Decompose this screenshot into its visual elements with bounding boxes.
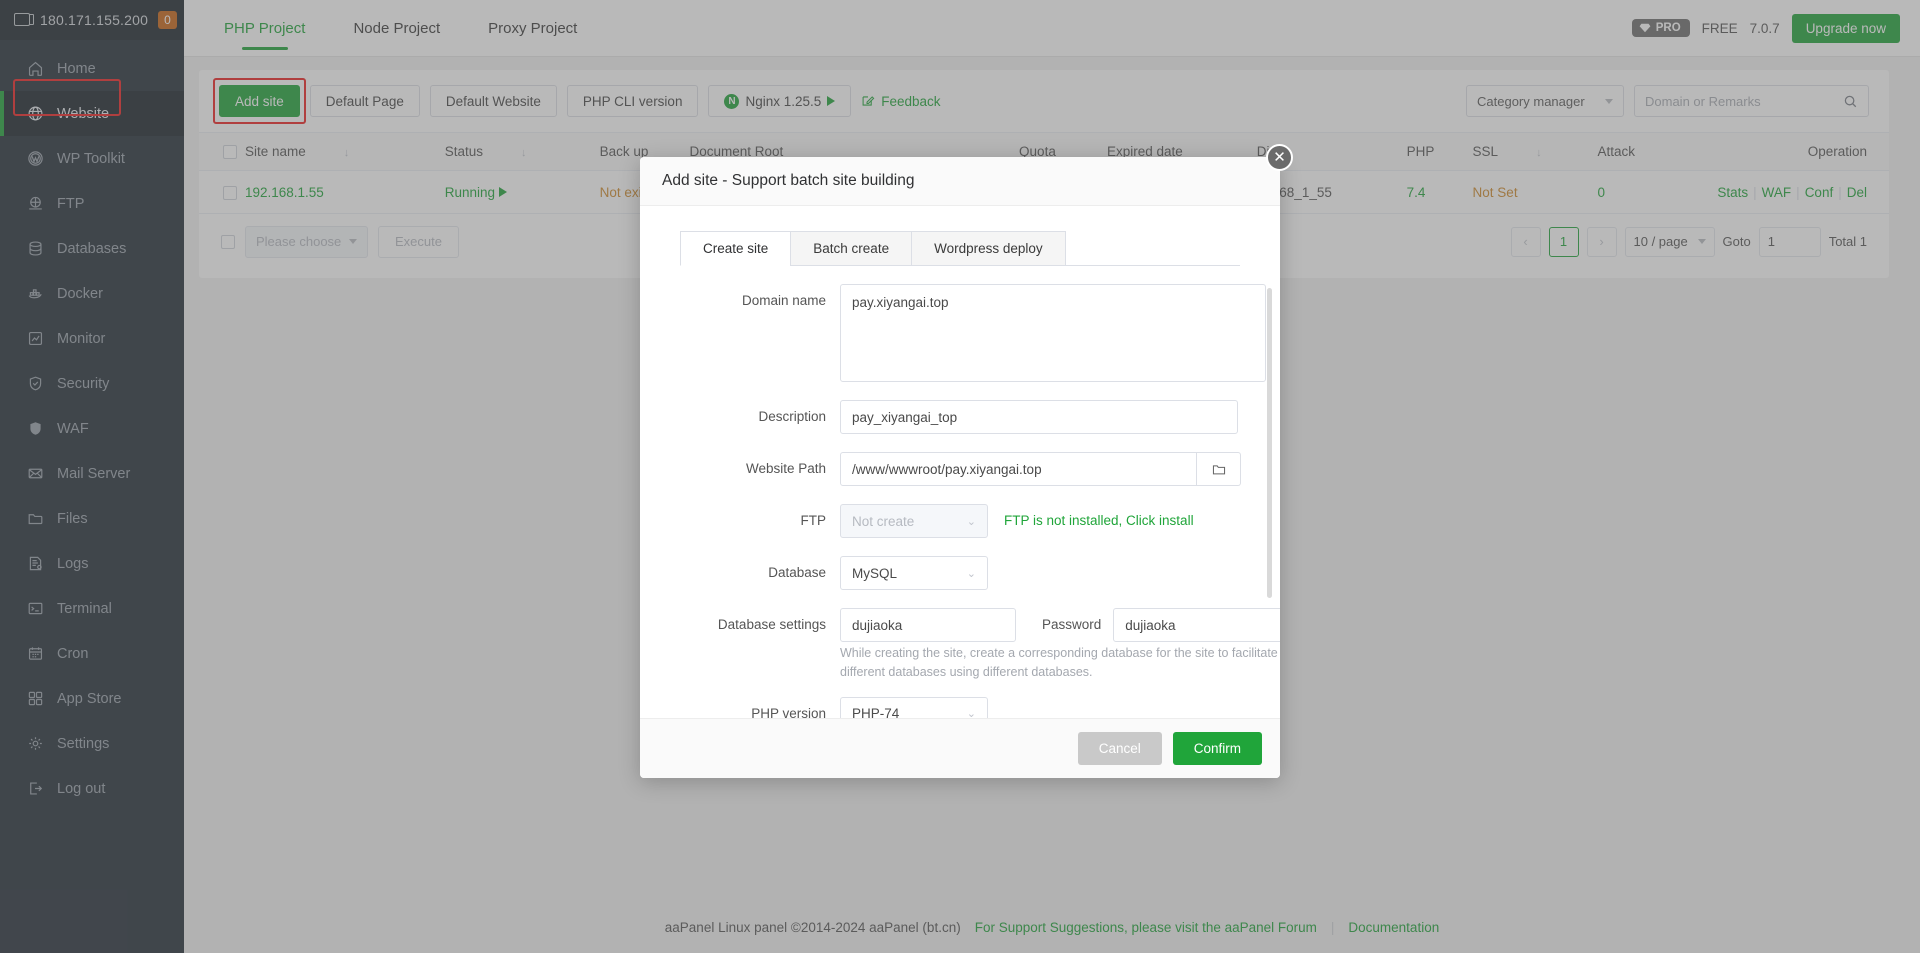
php-version-label: PHP version (640, 697, 840, 718)
domain-name-textarea[interactable] (840, 284, 1266, 382)
field-domain-name: Domain name (640, 284, 1266, 382)
modal-tabs: Create site Batch create Wordpress deplo… (640, 206, 1280, 266)
tab-wordpress-deploy[interactable]: Wordpress deploy (911, 231, 1066, 266)
close-icon[interactable]: ✕ (1266, 144, 1293, 171)
website-path-label: Website Path (640, 452, 840, 476)
add-site-modal: ✕ Add site - Support batch site building… (640, 157, 1280, 778)
chevron-down-icon: ⌄ (967, 707, 976, 718)
browse-folder-button[interactable] (1197, 452, 1241, 486)
tab-batch-create[interactable]: Batch create (790, 231, 911, 266)
chevron-down-icon: ⌄ (967, 567, 976, 580)
cancel-button[interactable]: Cancel (1078, 732, 1162, 765)
domain-name-label: Domain name (640, 284, 840, 308)
ftp-select[interactable]: Not create ⌄ (840, 504, 988, 538)
field-website-path: Website Path (640, 452, 1266, 486)
field-database: Database MySQL ⌄ (640, 556, 1266, 590)
password-label: Password (1016, 608, 1113, 632)
field-php-version: PHP version PHP-74 ⌄ (640, 697, 1266, 718)
database-hint-text: While creating the site, create a corres… (840, 644, 1280, 683)
field-database-settings: Database settings Password (640, 608, 1266, 642)
modal-footer: Cancel Confirm (640, 718, 1280, 778)
modal-title: Add site - Support batch site building (640, 157, 1280, 206)
database-selected-value: MySQL (852, 566, 897, 581)
php-version-selected-value: PHP-74 (852, 706, 899, 718)
tab-create-site[interactable]: Create site (680, 231, 790, 266)
field-ftp: FTP Not create ⌄ FTP is not installed, C… (640, 504, 1266, 538)
folder-icon (1211, 462, 1227, 477)
database-label: Database (640, 556, 840, 580)
page-root: 180.171.155.200 0 Home Website WP Toolki… (0, 0, 1920, 953)
php-version-select[interactable]: PHP-74 ⌄ (840, 697, 988, 718)
modal-scrollbar[interactable] (1267, 288, 1272, 598)
description-input[interactable] (840, 400, 1238, 434)
database-name-input[interactable] (840, 608, 1016, 642)
database-select[interactable]: MySQL ⌄ (840, 556, 988, 590)
database-settings-label: Database settings (640, 608, 840, 632)
field-description: Description (640, 400, 1266, 434)
description-label: Description (640, 400, 840, 424)
ftp-selected-value: Not create (852, 514, 914, 529)
website-path-input[interactable] (840, 452, 1197, 486)
ftp-install-note[interactable]: FTP is not installed, Click install (1004, 504, 1194, 528)
database-password-input[interactable] (1113, 608, 1280, 642)
modal-body: Domain name Description Website Path FTP… (640, 266, 1280, 718)
chevron-down-icon: ⌄ (967, 515, 976, 528)
confirm-button[interactable]: Confirm (1173, 732, 1262, 765)
ftp-label: FTP (640, 504, 840, 528)
